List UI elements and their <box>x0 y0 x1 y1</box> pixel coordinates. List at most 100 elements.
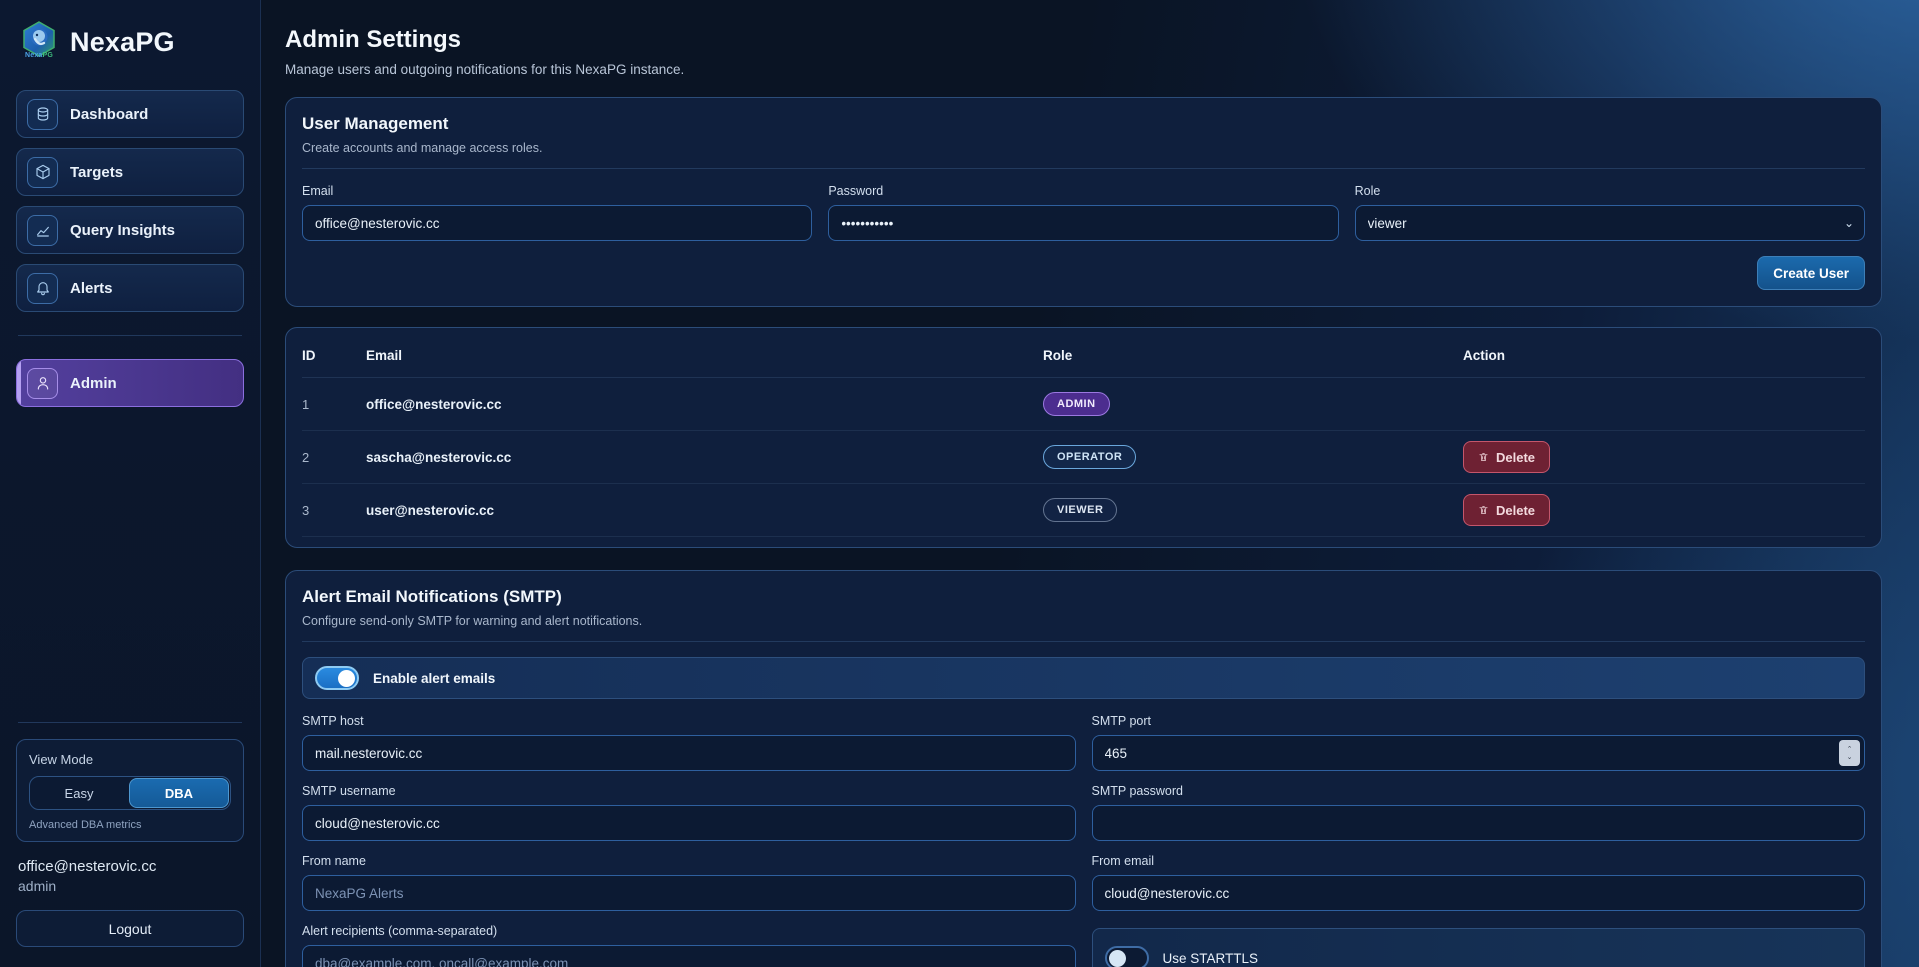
delete-user-button[interactable]: Delete <box>1463 441 1550 473</box>
sidebar: NexaPG NexaPG Dashboard Targets Query In… <box>0 0 261 967</box>
smtp-port-input[interactable] <box>1092 735 1866 771</box>
smtp-host-group: SMTP host <box>302 714 1076 771</box>
col-header-role: Role <box>1043 348 1463 363</box>
chart-line-icon <box>27 215 58 246</box>
nexapg-logo-icon: NexaPG <box>18 20 60 64</box>
new-user-password-input[interactable] <box>828 205 1338 241</box>
view-mode-easy-button[interactable]: Easy <box>30 777 128 809</box>
database-icon <box>27 99 58 130</box>
trash-icon <box>1478 504 1489 516</box>
role-badge-viewer: VIEWER <box>1043 498 1117 522</box>
smtp-username-label: SMTP username <box>302 784 1076 798</box>
user-id: 3 <box>302 503 366 518</box>
use-starttls-box: Use STARTTLS <box>1092 928 1866 967</box>
view-mode-caption: Advanced DBA metrics <box>29 819 231 831</box>
bell-icon <box>27 273 58 304</box>
delete-user-button[interactable]: Delete <box>1463 494 1550 526</box>
users-table-card: ID Email Role Action 1 office@nesterovic… <box>285 327 1882 548</box>
sidebar-item-label: Admin <box>70 375 117 392</box>
from-name-input[interactable] <box>302 875 1076 911</box>
smtp-port-label: SMTP port <box>1092 714 1866 728</box>
users-table-header: ID Email Role Action <box>302 334 1865 378</box>
page-subtitle: Manage users and outgoing notifications … <box>285 62 1882 77</box>
use-starttls-label: Use STARTTLS <box>1163 951 1259 966</box>
sidebar-nav: Dashboard Targets Query Insights Alerts <box>16 90 244 407</box>
sidebar-divider <box>18 335 242 336</box>
sidebar-item-label: Targets <box>70 164 123 181</box>
from-email-input[interactable] <box>1092 875 1866 911</box>
enable-alert-emails-label: Enable alert emails <box>373 671 495 686</box>
sidebar-item-dashboard[interactable]: Dashboard <box>16 90 244 138</box>
smtp-username-input[interactable] <box>302 805 1076 841</box>
sidebar-item-label: Dashboard <box>70 106 148 123</box>
smtp-subtitle: Configure send-only SMTP for warning and… <box>302 614 1865 628</box>
role-field-group: Role viewer ⌄ <box>1355 184 1865 241</box>
smtp-password-group: SMTP password <box>1092 784 1866 841</box>
main-content: Admin Settings Manage users and outgoing… <box>261 0 1919 967</box>
app-logo-row: NexaPG NexaPG <box>18 20 244 64</box>
smtp-username-group: SMTP username <box>302 784 1076 841</box>
password-label: Password <box>828 184 1338 198</box>
sidebar-bottom-divider <box>18 722 242 723</box>
sidebar-item-admin[interactable]: Admin <box>16 359 244 407</box>
number-spinner[interactable]: ⌃⌄ <box>1839 740 1860 766</box>
smtp-host-input[interactable] <box>302 735 1076 771</box>
view-mode-dba-button[interactable]: DBA <box>129 778 229 808</box>
from-name-label: From name <box>302 854 1076 868</box>
role-select[interactable]: viewer <box>1355 205 1865 241</box>
sidebar-item-targets[interactable]: Targets <box>16 148 244 196</box>
from-name-group: From name <box>302 854 1076 911</box>
app-title: NexaPG <box>70 27 175 58</box>
sidebar-bottom: View Mode Easy DBA Advanced DBA metrics … <box>16 722 244 947</box>
use-starttls-toggle[interactable] <box>1105 946 1149 967</box>
starttls-group: Use STARTTLS <box>1092 924 1866 967</box>
user-id: 2 <box>302 450 366 465</box>
trash-icon <box>1478 451 1489 463</box>
smtp-password-label: SMTP password <box>1092 784 1866 798</box>
sidebar-item-query-insights[interactable]: Query Insights <box>16 206 244 254</box>
from-email-group: From email <box>1092 854 1866 911</box>
view-mode-toggle: Easy DBA <box>29 776 231 810</box>
alert-recipients-input[interactable] <box>302 945 1076 967</box>
spinner-up-icon: ⌃ <box>1847 746 1853 753</box>
user-email: sascha@nesterovic.cc <box>366 450 1043 465</box>
smtp-title: Alert Email Notifications (SMTP) <box>302 587 1865 607</box>
password-field-group: Password <box>828 184 1338 241</box>
toggle-knob <box>1109 950 1126 967</box>
table-row: 2 sascha@nesterovic.cc OPERATOR Delete <box>302 431 1865 484</box>
user-management-title: User Management <box>302 114 1865 134</box>
role-badge-operator: OPERATOR <box>1043 445 1136 469</box>
view-mode-label: View Mode <box>29 752 231 767</box>
enable-alert-emails-box: Enable alert emails <box>302 657 1865 699</box>
smtp-card: Alert Email Notifications (SMTP) Configu… <box>285 570 1882 967</box>
cube-icon <box>27 157 58 188</box>
smtp-port-group: SMTP port ⌃⌄ <box>1092 714 1866 771</box>
from-email-label: From email <box>1092 854 1866 868</box>
user-email: office@nesterovic.cc <box>366 397 1043 412</box>
user-management-card: User Management Create accounts and mana… <box>285 97 1882 307</box>
current-user-email: office@nesterovic.cc <box>18 858 244 875</box>
toggle-knob <box>338 670 355 687</box>
user-management-subtitle: Create accounts and manage access roles. <box>302 141 1865 155</box>
alert-recipients-group: Alert recipients (comma-separated) <box>302 924 1076 967</box>
col-header-action: Action <box>1463 348 1865 363</box>
sidebar-item-label: Query Insights <box>70 222 175 239</box>
email-field-group: Email <box>302 184 812 241</box>
divider <box>302 641 1865 642</box>
user-id: 1 <box>302 397 366 412</box>
page-title: Admin Settings <box>285 26 1882 54</box>
email-label: Email <box>302 184 812 198</box>
sidebar-item-alerts[interactable]: Alerts <box>16 264 244 312</box>
smtp-password-input[interactable] <box>1092 805 1866 841</box>
new-user-email-input[interactable] <box>302 205 812 241</box>
person-icon <box>27 368 58 399</box>
col-header-id: ID <box>302 348 366 363</box>
create-user-button[interactable]: Create User <box>1757 256 1865 290</box>
col-header-email: Email <box>366 348 1043 363</box>
enable-alert-emails-toggle[interactable] <box>315 666 359 690</box>
smtp-host-label: SMTP host <box>302 714 1076 728</box>
alert-recipients-label: Alert recipients (comma-separated) <box>302 924 1076 938</box>
logout-button[interactable]: Logout <box>16 910 244 947</box>
table-row: 1 office@nesterovic.cc ADMIN <box>302 378 1865 431</box>
user-email: user@nesterovic.cc <box>366 503 1043 518</box>
